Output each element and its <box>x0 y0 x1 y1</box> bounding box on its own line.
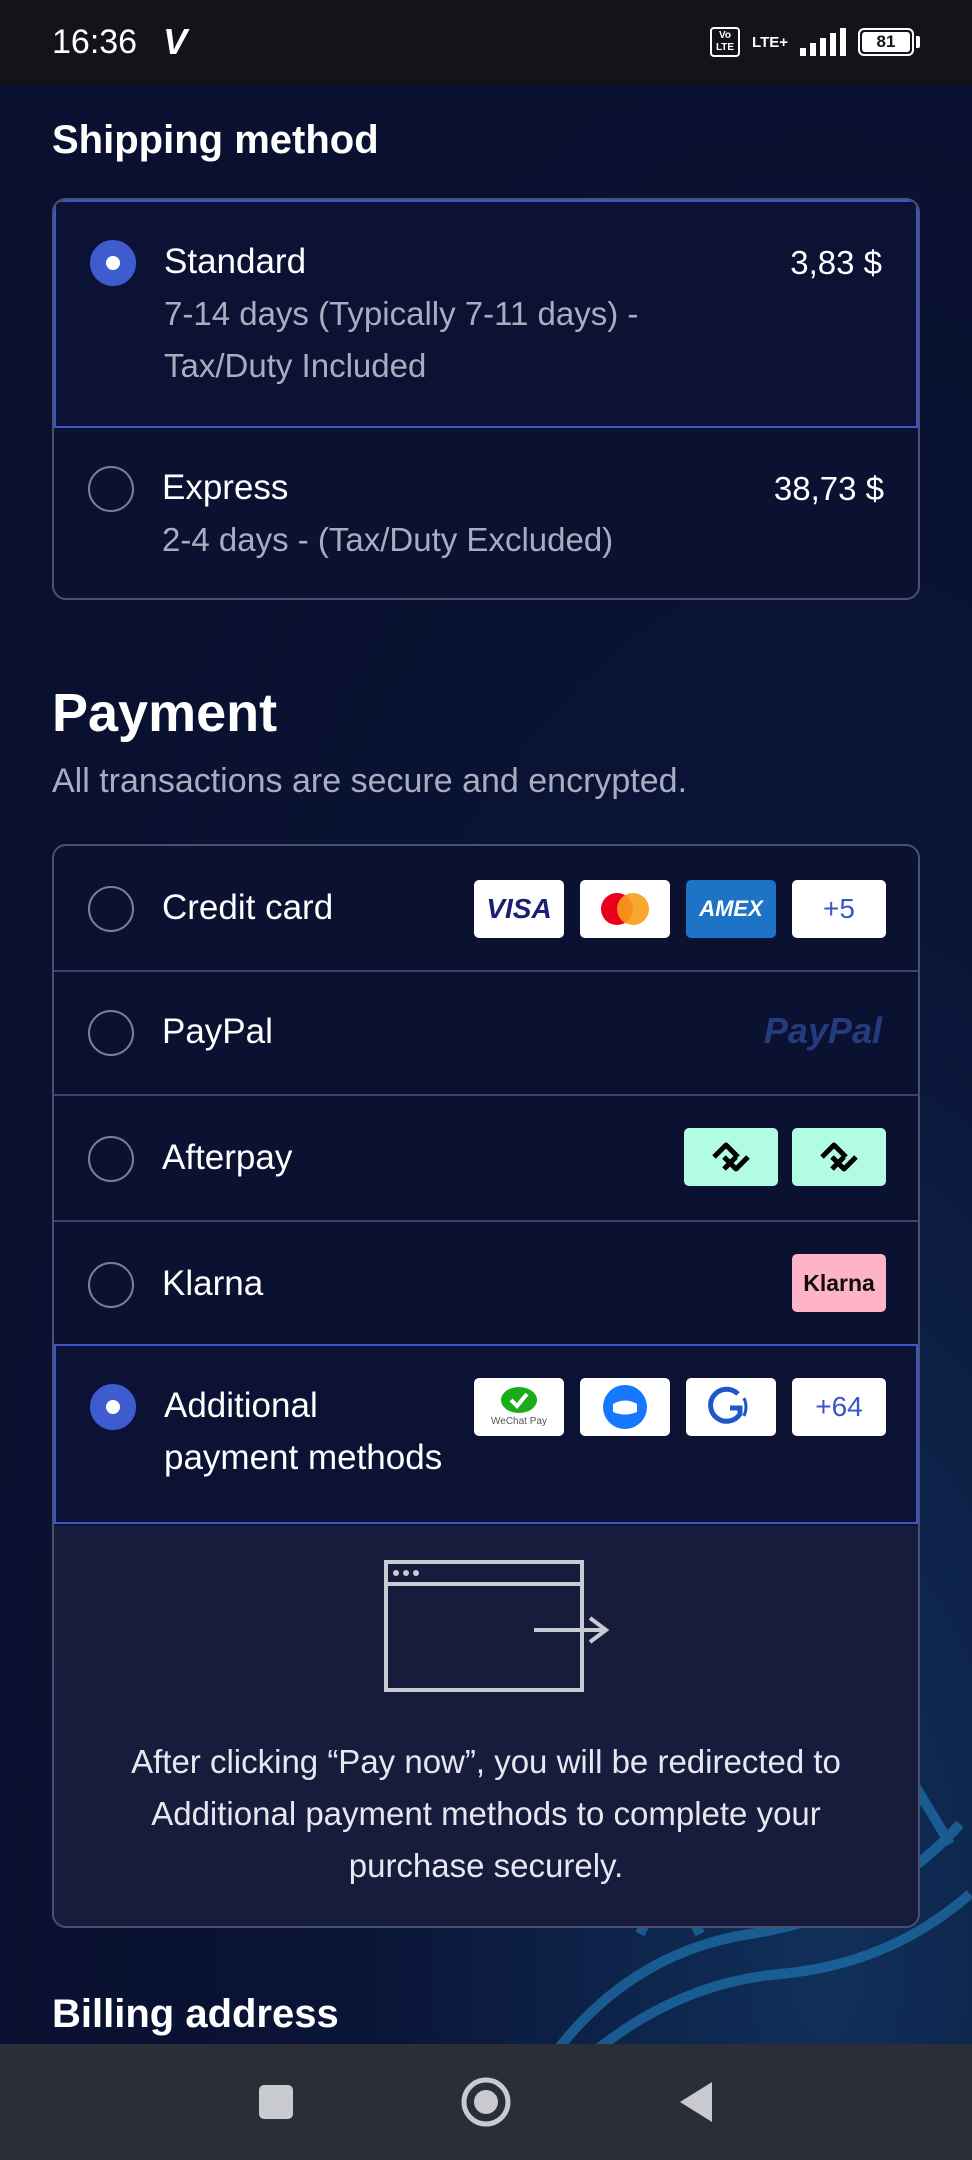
mastercard-logo-icon <box>580 880 670 938</box>
redirect-info-box: After clicking “Pay now”, you will be re… <box>54 1526 918 1926</box>
back-triangle-icon <box>680 2082 712 2122</box>
navigation-bar <box>0 2044 972 2160</box>
browser-redirect-icon <box>384 1560 610 1692</box>
home-button[interactable] <box>451 2067 521 2137</box>
amex-logo-icon: AMEX <box>686 880 776 938</box>
payment-option-afterpay[interactable]: Afterpay <box>54 1094 918 1220</box>
payment-option-name-line2: payment methods <box>164 1438 443 1477</box>
battery-level: 81 <box>862 32 910 52</box>
wallet-logo-icon <box>580 1378 670 1436</box>
shipping-option-desc: 2-4 days - (Tax/Duty Excluded) <box>162 521 614 558</box>
signal-icon <box>800 28 846 56</box>
payment-option-additional[interactable]: Additional payment methods WeChat Pay +6… <box>54 1344 918 1524</box>
battery-icon: 81 <box>858 28 920 56</box>
payment-option-name: Additional <box>164 1386 318 1425</box>
visa-logo-text: VISA <box>486 893 552 924</box>
home-circle-icon <box>461 2077 511 2127</box>
shipping-option-name: Standard <box>164 242 307 281</box>
amex-logo-text: AMEX <box>699 896 763 921</box>
radio-express[interactable] <box>88 466 134 512</box>
more-methods-chip: +64 <box>792 1378 886 1436</box>
payment-option-credit-card[interactable]: Credit card VISA AMEX +5 <box>54 846 918 970</box>
status-bar: 16:36 V Vo LTE LTE+ 81 <box>0 0 972 84</box>
radio-standard[interactable] <box>90 240 136 286</box>
payment-option-name: Klarna <box>162 1264 264 1303</box>
shipping-option-express[interactable]: Express 2-4 days - (Tax/Duty Excluded) 3… <box>54 428 918 598</box>
wechat-pay-logo-icon: WeChat Pay <box>474 1378 564 1436</box>
visa-logo-icon: VISA <box>474 880 564 938</box>
more-methods-count: +64 <box>815 1391 863 1422</box>
shipping-option-price: 38,73 $ <box>773 470 884 507</box>
network-type: LTE+ <box>752 33 788 51</box>
afterpay-logo-icon <box>684 1128 778 1186</box>
clearpay-logo-icon <box>792 1128 886 1186</box>
recent-apps-button[interactable] <box>241 2067 311 2137</box>
shipping-option-desc: 7-14 days (Typically 7-11 days) - <box>164 295 639 332</box>
payment-subtitle: All transactions are secure and encrypte… <box>52 762 688 800</box>
status-time: 16:36 <box>52 22 138 61</box>
radio-klarna[interactable] <box>88 1262 134 1308</box>
billing-address-heading: Billing address <box>52 1992 339 2036</box>
square-icon <box>259 2085 293 2119</box>
checkout-content[interactable]: Shipping method Standard 7-14 days (Typi… <box>0 84 972 2044</box>
redirect-text: After clicking “Pay now”, you will be re… <box>84 1736 888 1892</box>
back-button[interactable] <box>661 2067 731 2137</box>
shipping-option-price: 3,83 $ <box>790 244 882 281</box>
shipping-option-name: Express <box>162 468 289 507</box>
radio-credit-card[interactable] <box>88 886 134 932</box>
carrier-icon: V <box>163 21 188 62</box>
redirect-text-line: After clicking “Pay now”, you will be re… <box>131 1743 841 1780</box>
status-indicators: Vo LTE LTE+ 81 <box>710 27 920 57</box>
more-cards-chip: +5 <box>792 880 886 938</box>
shipping-option-desc: Tax/Duty Included <box>164 347 427 384</box>
payment-option-paypal[interactable]: PayPal PayPal <box>54 970 918 1094</box>
more-cards-count: +5 <box>823 893 855 924</box>
redirect-text-line: purchase securely. <box>348 1847 624 1884</box>
paypal-logo-text: PayPal <box>763 1010 882 1051</box>
payment-option-name: Afterpay <box>162 1138 293 1177</box>
payment-option-klarna[interactable]: Klarna Klarna <box>54 1220 918 1344</box>
payment-option-name: PayPal <box>162 1012 273 1051</box>
payment-options-panel: Credit card VISA AMEX +5 PayPal PayPal A… <box>52 844 920 1928</box>
shipping-method-heading: Shipping method <box>52 118 379 162</box>
wechat-pay-label: WeChat Pay <box>491 1416 547 1427</box>
radio-afterpay[interactable] <box>88 1136 134 1182</box>
shipping-option-standard[interactable]: Standard 7-14 days (Typically 7-11 days)… <box>54 200 918 428</box>
redirect-text-line: Additional payment methods to complete y… <box>151 1795 821 1832</box>
klarna-logo-text: Klarna <box>803 1269 875 1296</box>
klarna-logo-icon: Klarna <box>792 1254 886 1312</box>
radio-additional[interactable] <box>90 1384 136 1430</box>
payment-option-name: Credit card <box>162 888 334 927</box>
gcash-logo-icon <box>686 1378 776 1436</box>
volte-icon: Vo LTE <box>710 27 741 57</box>
shipping-options-panel: Standard 7-14 days (Typically 7-11 days)… <box>52 198 920 600</box>
paypal-logo-icon: PayPal <box>764 1010 882 1052</box>
payment-heading: Payment <box>52 683 278 743</box>
radio-paypal[interactable] <box>88 1010 134 1056</box>
